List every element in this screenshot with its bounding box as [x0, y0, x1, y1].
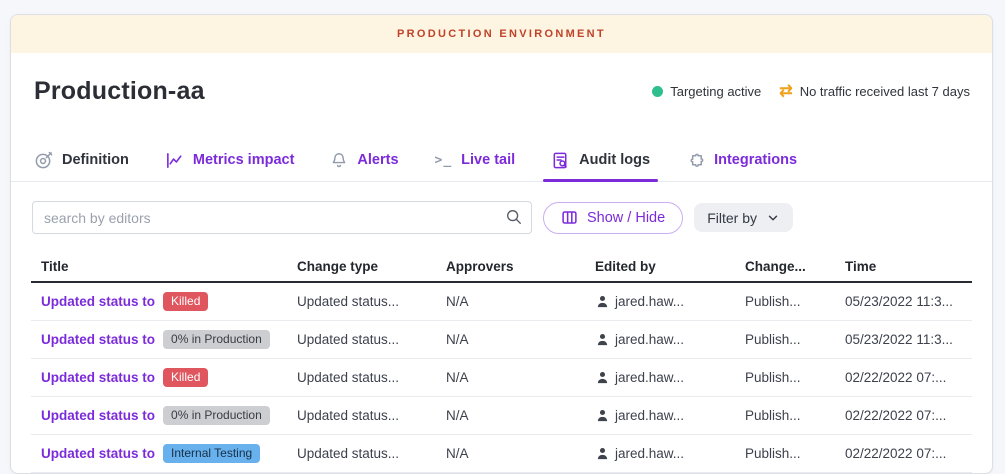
- edited-by-value: jared.haw...: [615, 370, 684, 385]
- toolbar: Show / Hide Filter by: [11, 182, 992, 251]
- change-type-cell: Updated status...: [287, 446, 436, 461]
- edited-by-cell: jared.haw...: [585, 294, 735, 309]
- change-type-cell: Updated status...: [287, 332, 436, 347]
- table-row[interactable]: Updated status to Internal Testing Updat…: [31, 435, 972, 473]
- edited-by-cell: jared.haw...: [585, 408, 735, 423]
- edited-by-value: jared.haw...: [615, 408, 684, 423]
- column-header-change-type: Change type: [287, 259, 436, 274]
- chevron-down-icon: [766, 211, 780, 225]
- status-badge: 0% in Production: [163, 330, 270, 349]
- green-dot-icon: [652, 86, 663, 97]
- change-cell: Publish...: [735, 332, 835, 347]
- audit-log-table: Title Change type Approvers Edited by Ch…: [31, 251, 972, 473]
- time-cell: 05/23/2022 11:3...: [835, 332, 972, 347]
- status-indicators: Targeting active ⇄ No traffic received l…: [652, 84, 970, 100]
- change-cell: Publish...: [735, 446, 835, 461]
- status-badge: Killed: [163, 292, 208, 311]
- approvers-cell: N/A: [436, 446, 585, 461]
- status-badge: Killed: [163, 368, 208, 387]
- column-header-title: Title: [31, 259, 287, 274]
- search-input[interactable]: [32, 201, 532, 234]
- traffic-status: ⇄ No traffic received last 7 days: [779, 84, 970, 100]
- table-row[interactable]: Updated status to Killed Updated status.…: [31, 283, 972, 321]
- traffic-status-label: No traffic received last 7 days: [800, 84, 970, 99]
- columns-icon: [561, 209, 578, 226]
- tab-alerts[interactable]: Alerts: [330, 139, 398, 181]
- audit-log-icon: [551, 151, 570, 170]
- line-chart-icon: [165, 151, 184, 170]
- tab-definition-label: Definition: [62, 152, 129, 168]
- approvers-cell: N/A: [436, 408, 585, 423]
- targeting-status-label: Targeting active: [670, 84, 761, 99]
- row-title-link[interactable]: Updated status to: [41, 446, 155, 461]
- edited-by-value: jared.haw...: [615, 294, 684, 309]
- edited-by-value: jared.haw...: [615, 446, 684, 461]
- terminal-icon: >_: [435, 153, 453, 168]
- status-badge: Internal Testing: [163, 444, 260, 463]
- show-hide-button[interactable]: Show / Hide: [543, 202, 683, 234]
- page-title: Production-aa: [34, 77, 205, 106]
- time-cell: 02/22/2022 07:...: [835, 370, 972, 385]
- banner-label: PRODUCTION ENVIRONMENT: [397, 28, 606, 40]
- edited-by-cell: jared.haw...: [585, 370, 735, 385]
- table-row[interactable]: Updated status to Killed Updated status.…: [31, 359, 972, 397]
- row-title-link[interactable]: Updated status to: [41, 294, 155, 309]
- edited-by-cell: jared.haw...: [585, 332, 735, 347]
- edited-by-cell: jared.haw...: [585, 446, 735, 461]
- approvers-cell: N/A: [436, 294, 585, 309]
- tab-bar: Definition Metrics impact Alerts >_ Li: [11, 139, 992, 182]
- tab-definition[interactable]: Definition: [34, 139, 129, 181]
- person-icon: [595, 408, 610, 423]
- edited-by-value: jared.haw...: [615, 332, 684, 347]
- change-type-cell: Updated status...: [287, 408, 436, 423]
- tab-audit-logs[interactable]: Audit logs: [551, 139, 650, 181]
- table-header-row: Title Change type Approvers Edited by Ch…: [31, 251, 972, 283]
- tab-integrations-label: Integrations: [714, 152, 797, 168]
- filter-by-button[interactable]: Filter by: [694, 203, 793, 232]
- person-icon: [595, 332, 610, 347]
- status-badge: 0% in Production: [163, 406, 270, 425]
- row-title-link[interactable]: Updated status to: [41, 408, 155, 423]
- bell-icon: [330, 151, 348, 170]
- column-header-approvers: Approvers: [436, 259, 585, 274]
- puzzle-icon: [686, 151, 705, 170]
- person-icon: [595, 446, 610, 461]
- table-row[interactable]: Updated status to 0% in Production Updat…: [31, 397, 972, 435]
- column-header-time: Time: [835, 259, 972, 274]
- filter-by-label: Filter by: [707, 210, 757, 226]
- time-cell: 02/22/2022 07:...: [835, 408, 972, 423]
- column-header-edited-by: Edited by: [585, 259, 735, 274]
- tab-metrics-impact-label: Metrics impact: [193, 152, 295, 168]
- time-cell: 02/22/2022 07:...: [835, 446, 972, 461]
- tab-live-tail-label: Live tail: [461, 152, 515, 168]
- person-icon: [595, 294, 610, 309]
- search-box: [32, 201, 532, 234]
- tab-metrics-impact[interactable]: Metrics impact: [165, 139, 295, 181]
- person-icon: [595, 370, 610, 385]
- tab-live-tail[interactable]: >_ Live tail: [435, 139, 516, 181]
- change-cell: Publish...: [735, 408, 835, 423]
- row-title-link[interactable]: Updated status to: [41, 332, 155, 347]
- row-title-link[interactable]: Updated status to: [41, 370, 155, 385]
- change-cell: Publish...: [735, 370, 835, 385]
- page-header: Production-aa Targeting active ⇄ No traf…: [11, 53, 992, 139]
- production-environment-banner: PRODUCTION ENVIRONMENT: [11, 15, 992, 53]
- traffic-arrows-icon: ⇄: [779, 84, 792, 100]
- column-header-change: Change...: [735, 259, 835, 274]
- approvers-cell: N/A: [436, 332, 585, 347]
- change-type-cell: Updated status...: [287, 370, 436, 385]
- show-hide-label: Show / Hide: [587, 210, 665, 226]
- environment-card: PRODUCTION ENVIRONMENT Production-aa Tar…: [10, 14, 993, 474]
- approvers-cell: N/A: [436, 370, 585, 385]
- tab-audit-logs-label: Audit logs: [579, 152, 650, 168]
- time-cell: 05/23/2022 11:3...: [835, 294, 972, 309]
- change-cell: Publish...: [735, 294, 835, 309]
- tab-alerts-label: Alerts: [357, 152, 398, 168]
- change-type-cell: Updated status...: [287, 294, 436, 309]
- target-edit-icon: [34, 151, 53, 170]
- tab-integrations[interactable]: Integrations: [686, 139, 797, 181]
- targeting-status: Targeting active: [652, 84, 761, 99]
- search-icon: [505, 208, 523, 226]
- table-row[interactable]: Updated status to 0% in Production Updat…: [31, 321, 972, 359]
